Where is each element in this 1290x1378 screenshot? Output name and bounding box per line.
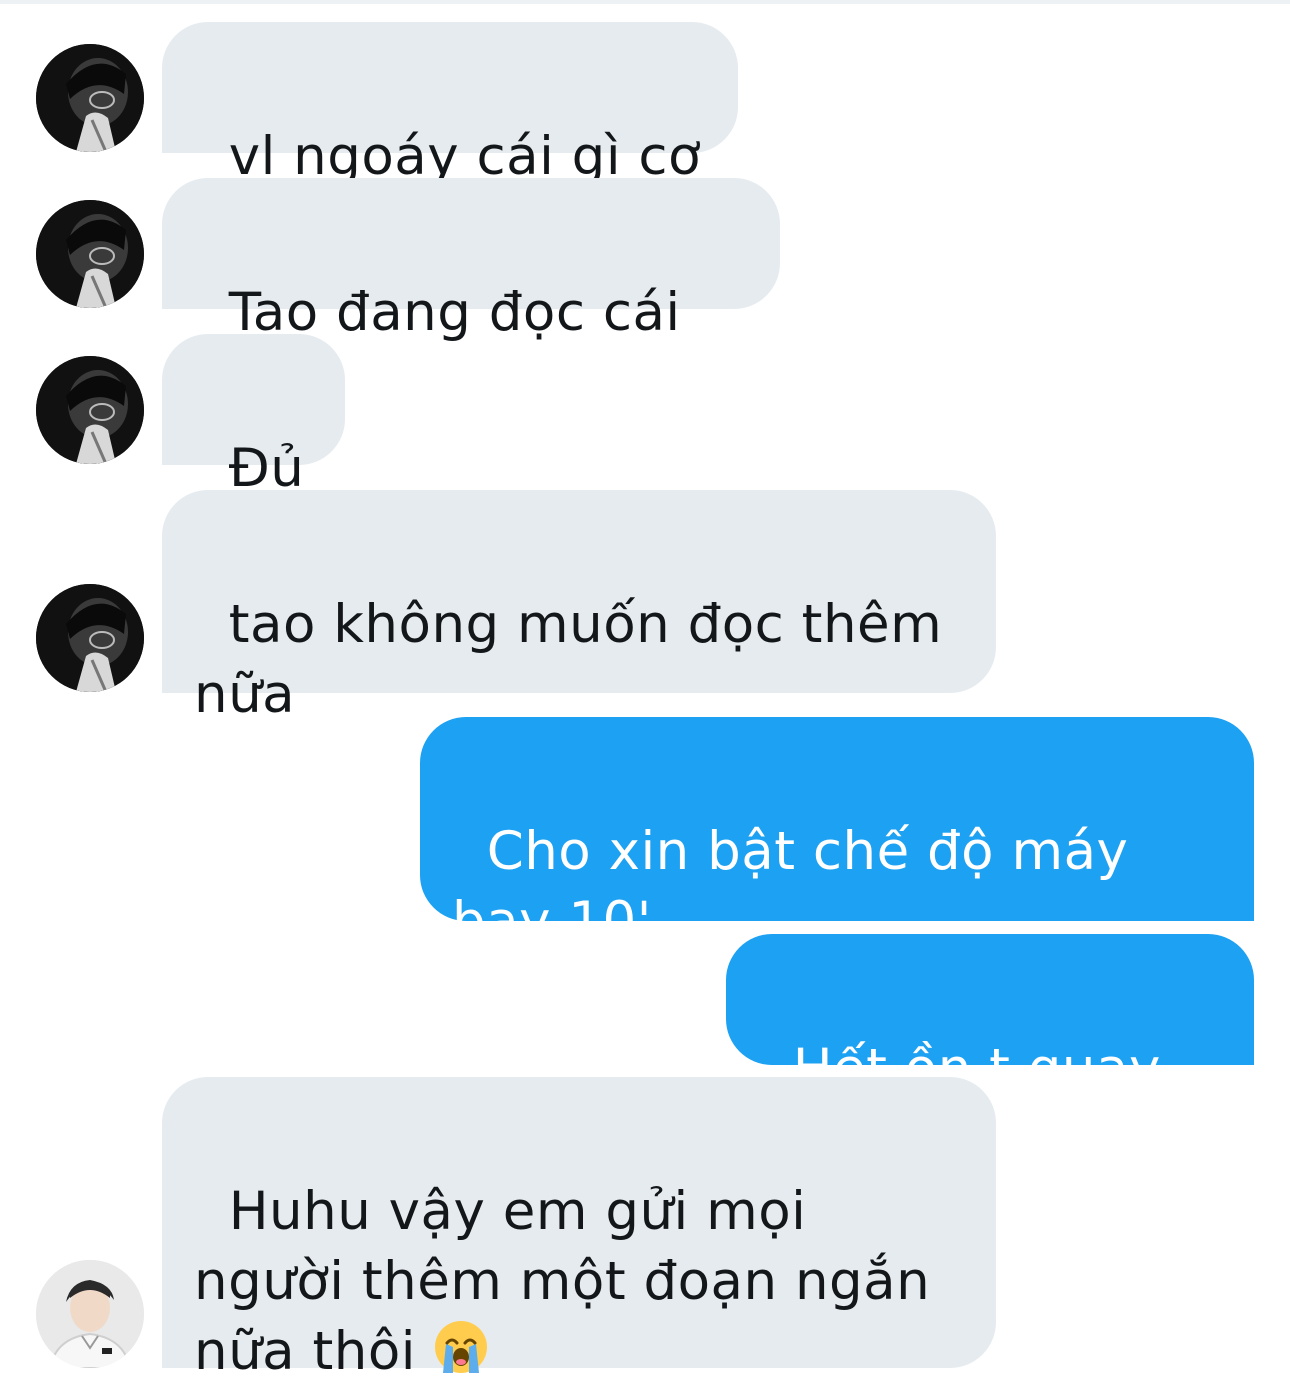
avatar[interactable]: [36, 44, 144, 152]
avatar[interactable]: [36, 1260, 144, 1368]
avatar-dark-photo-icon: [36, 584, 144, 692]
avatar[interactable]: [36, 200, 144, 308]
message-bubble-incoming[interactable]: Tao đang đọc cái djv: [162, 178, 780, 413]
top-divider: [0, 0, 1290, 4]
avatar-dark-photo-icon: [36, 356, 144, 464]
message-bubble-incoming[interactable]: Huhu vậy em gửi mọi người thêm một đoạn …: [162, 1077, 996, 1378]
message-text: tao không muốn đọc thêm nữa: [194, 594, 943, 725]
avatar-dark-photo-icon: [36, 200, 144, 308]
avatar[interactable]: [36, 584, 144, 692]
message-text: Huhu vậy em gửi mọi người thêm một đoạn …: [194, 1181, 931, 1378]
message-text: Cho xin bật chế độ máy bay 10': [452, 821, 1129, 952]
message-bubble-incoming[interactable]: Đủ r: [162, 334, 345, 569]
message-bubble-incoming[interactable]: tao không muốn đọc thêm nữa: [162, 490, 996, 725]
message-bubble-outgoing[interactable]: Hết ồn t quay lại: [726, 934, 1254, 1169]
avatar-dark-photo-icon: [36, 44, 144, 152]
loudly-crying-face-emoji-icon: [435, 1321, 488, 1373]
avatar-light-photo-icon: [36, 1260, 144, 1368]
avatar[interactable]: [36, 356, 144, 464]
message-bubble-incoming[interactable]: vl ngoáy cái gì cơ: [162, 22, 738, 187]
message-bubble-outgoing[interactable]: Cho xin bật chế độ máy bay 10': [420, 717, 1254, 952]
